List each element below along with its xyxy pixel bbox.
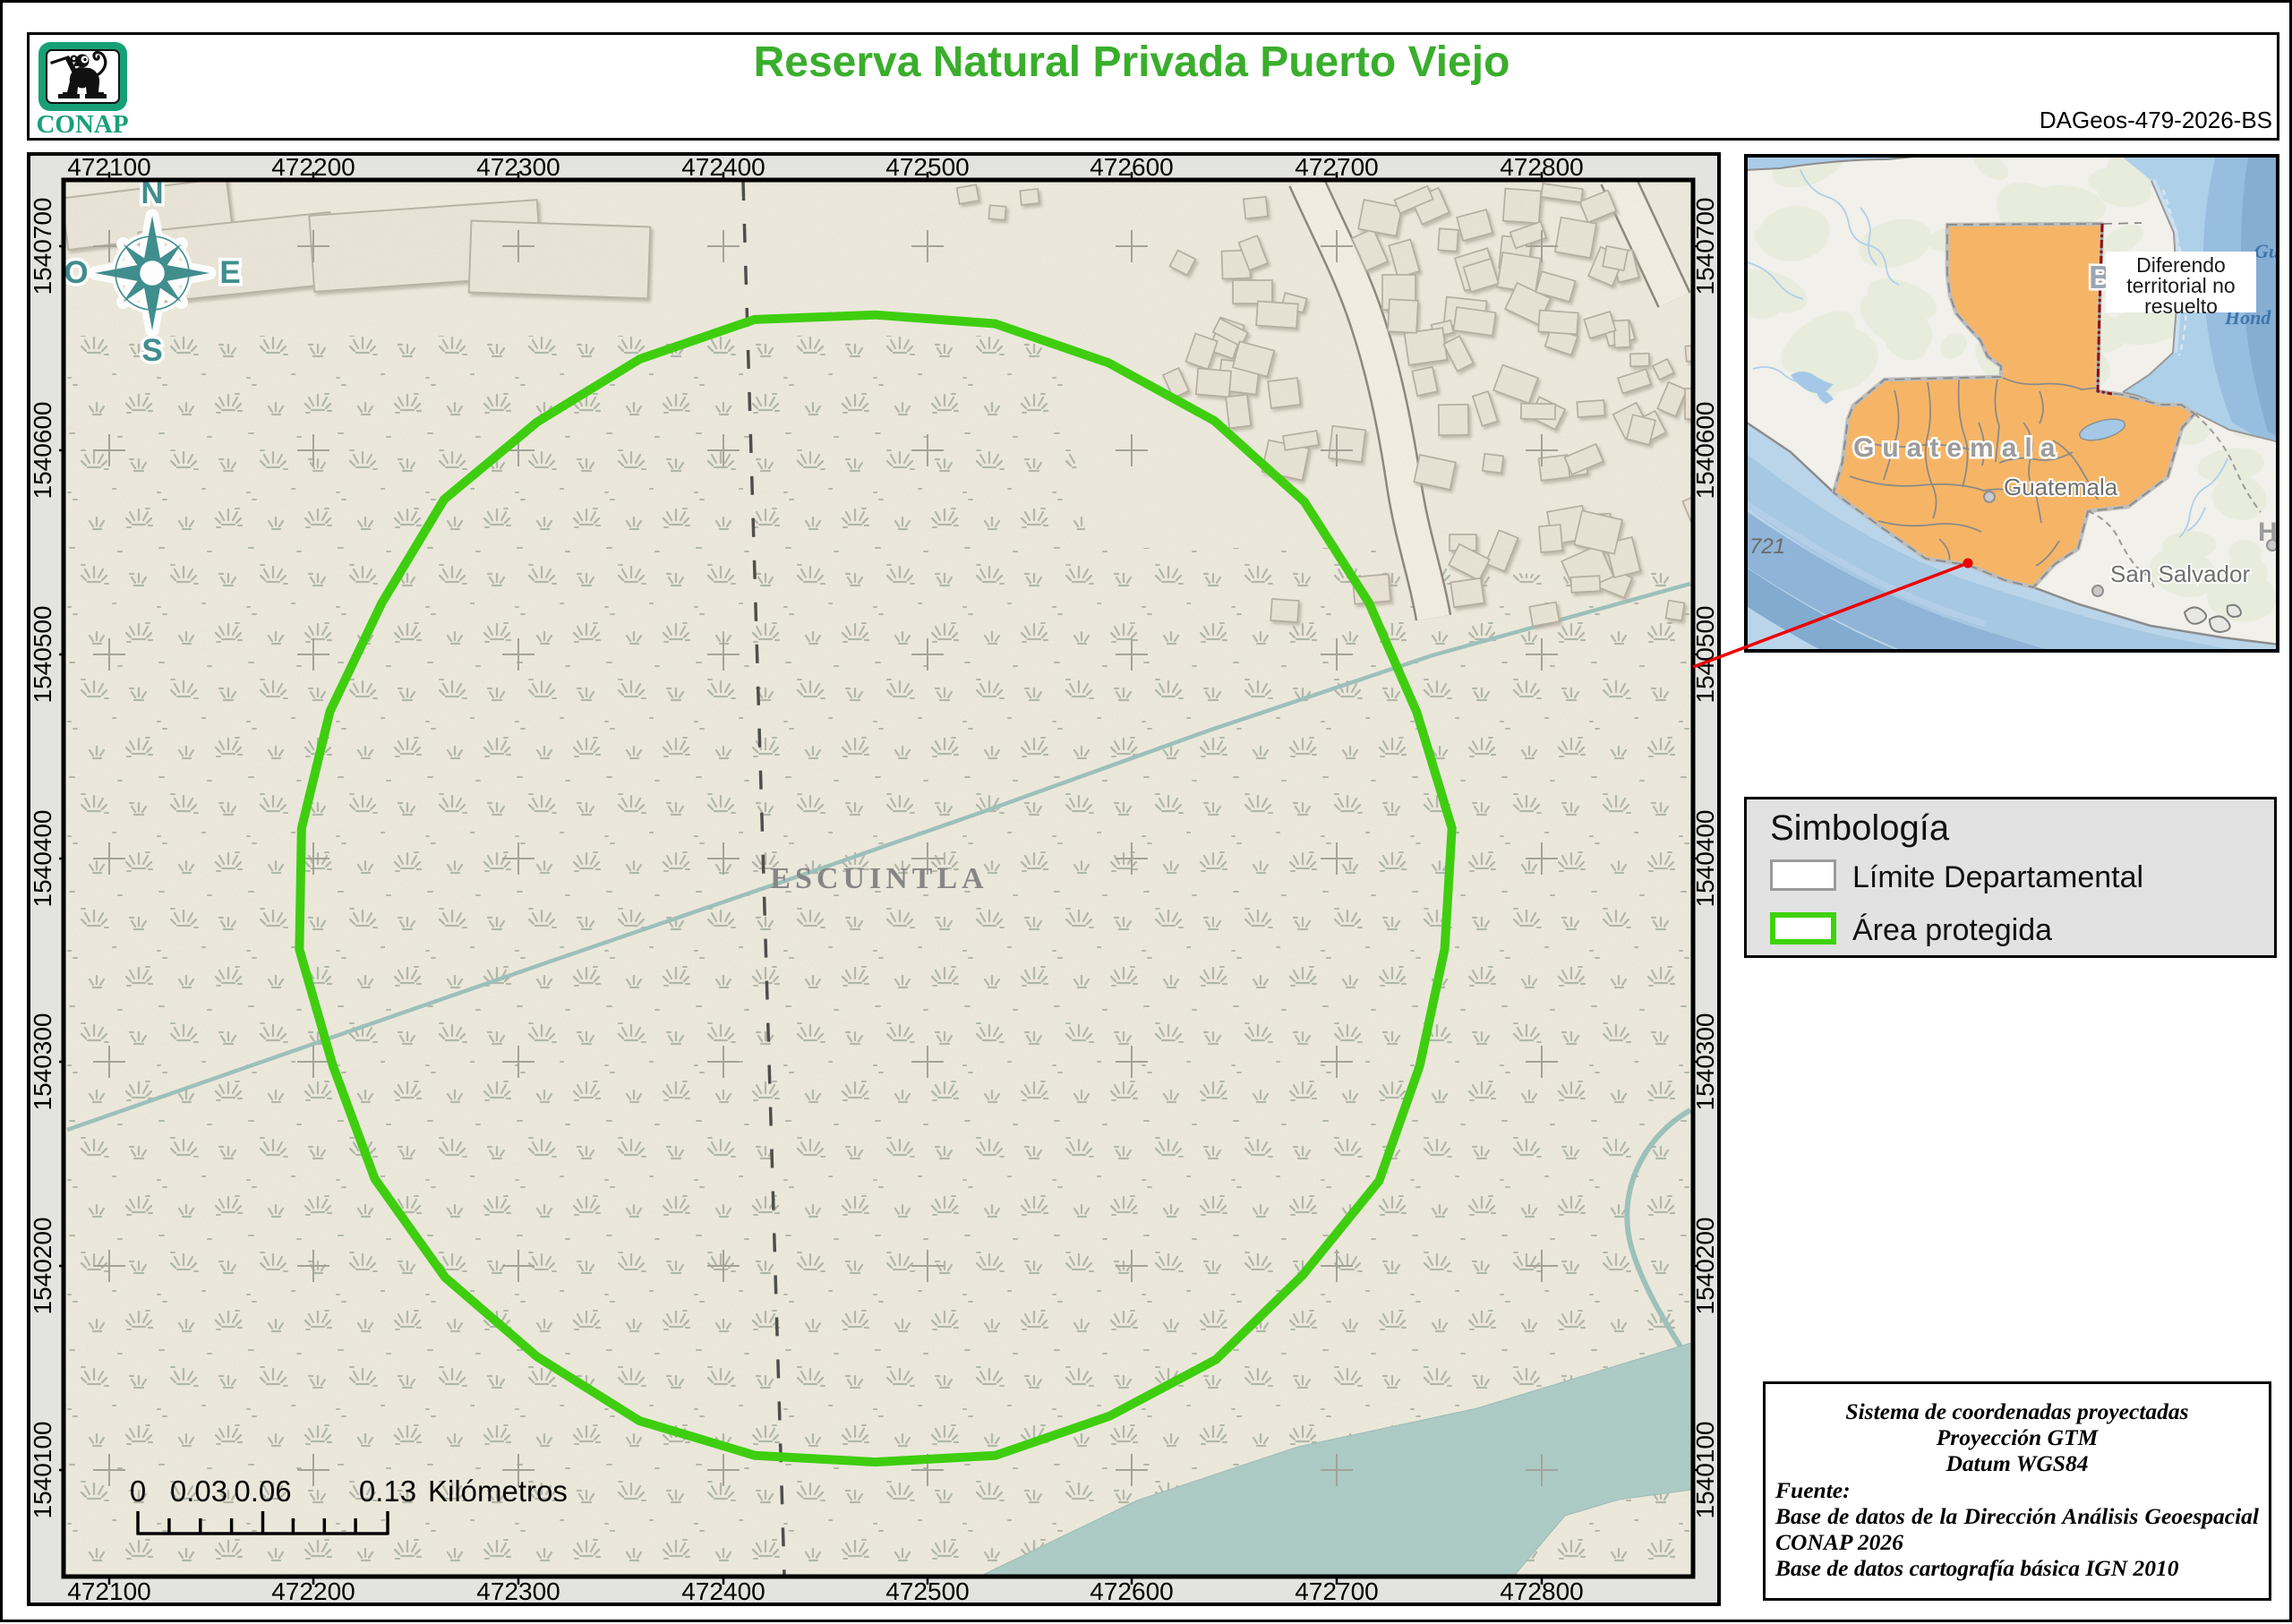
svg-text:721: 721 [1749,534,1785,559]
svg-text:1540100: 1540100 [29,1421,56,1518]
svg-text:Guatemala: Guatemala [2004,474,2118,500]
svg-text:resuelto: resuelto [2144,295,2218,318]
svg-text:Gu: Gu [2254,240,2279,262]
svg-text:1540200: 1540200 [29,1217,56,1314]
svg-text:1540400: 1540400 [29,809,56,907]
svg-text:CONAP: CONAP [36,110,128,139]
svg-text:Guatemala: Guatemala [1853,433,2063,463]
svg-text:1540300: 1540300 [29,1013,56,1110]
svg-text:1540600: 1540600 [29,401,56,499]
svg-text:1540500: 1540500 [29,605,56,703]
svg-text:1540700: 1540700 [29,197,56,295]
svg-text:San Salvador: San Salvador [2110,560,2250,587]
